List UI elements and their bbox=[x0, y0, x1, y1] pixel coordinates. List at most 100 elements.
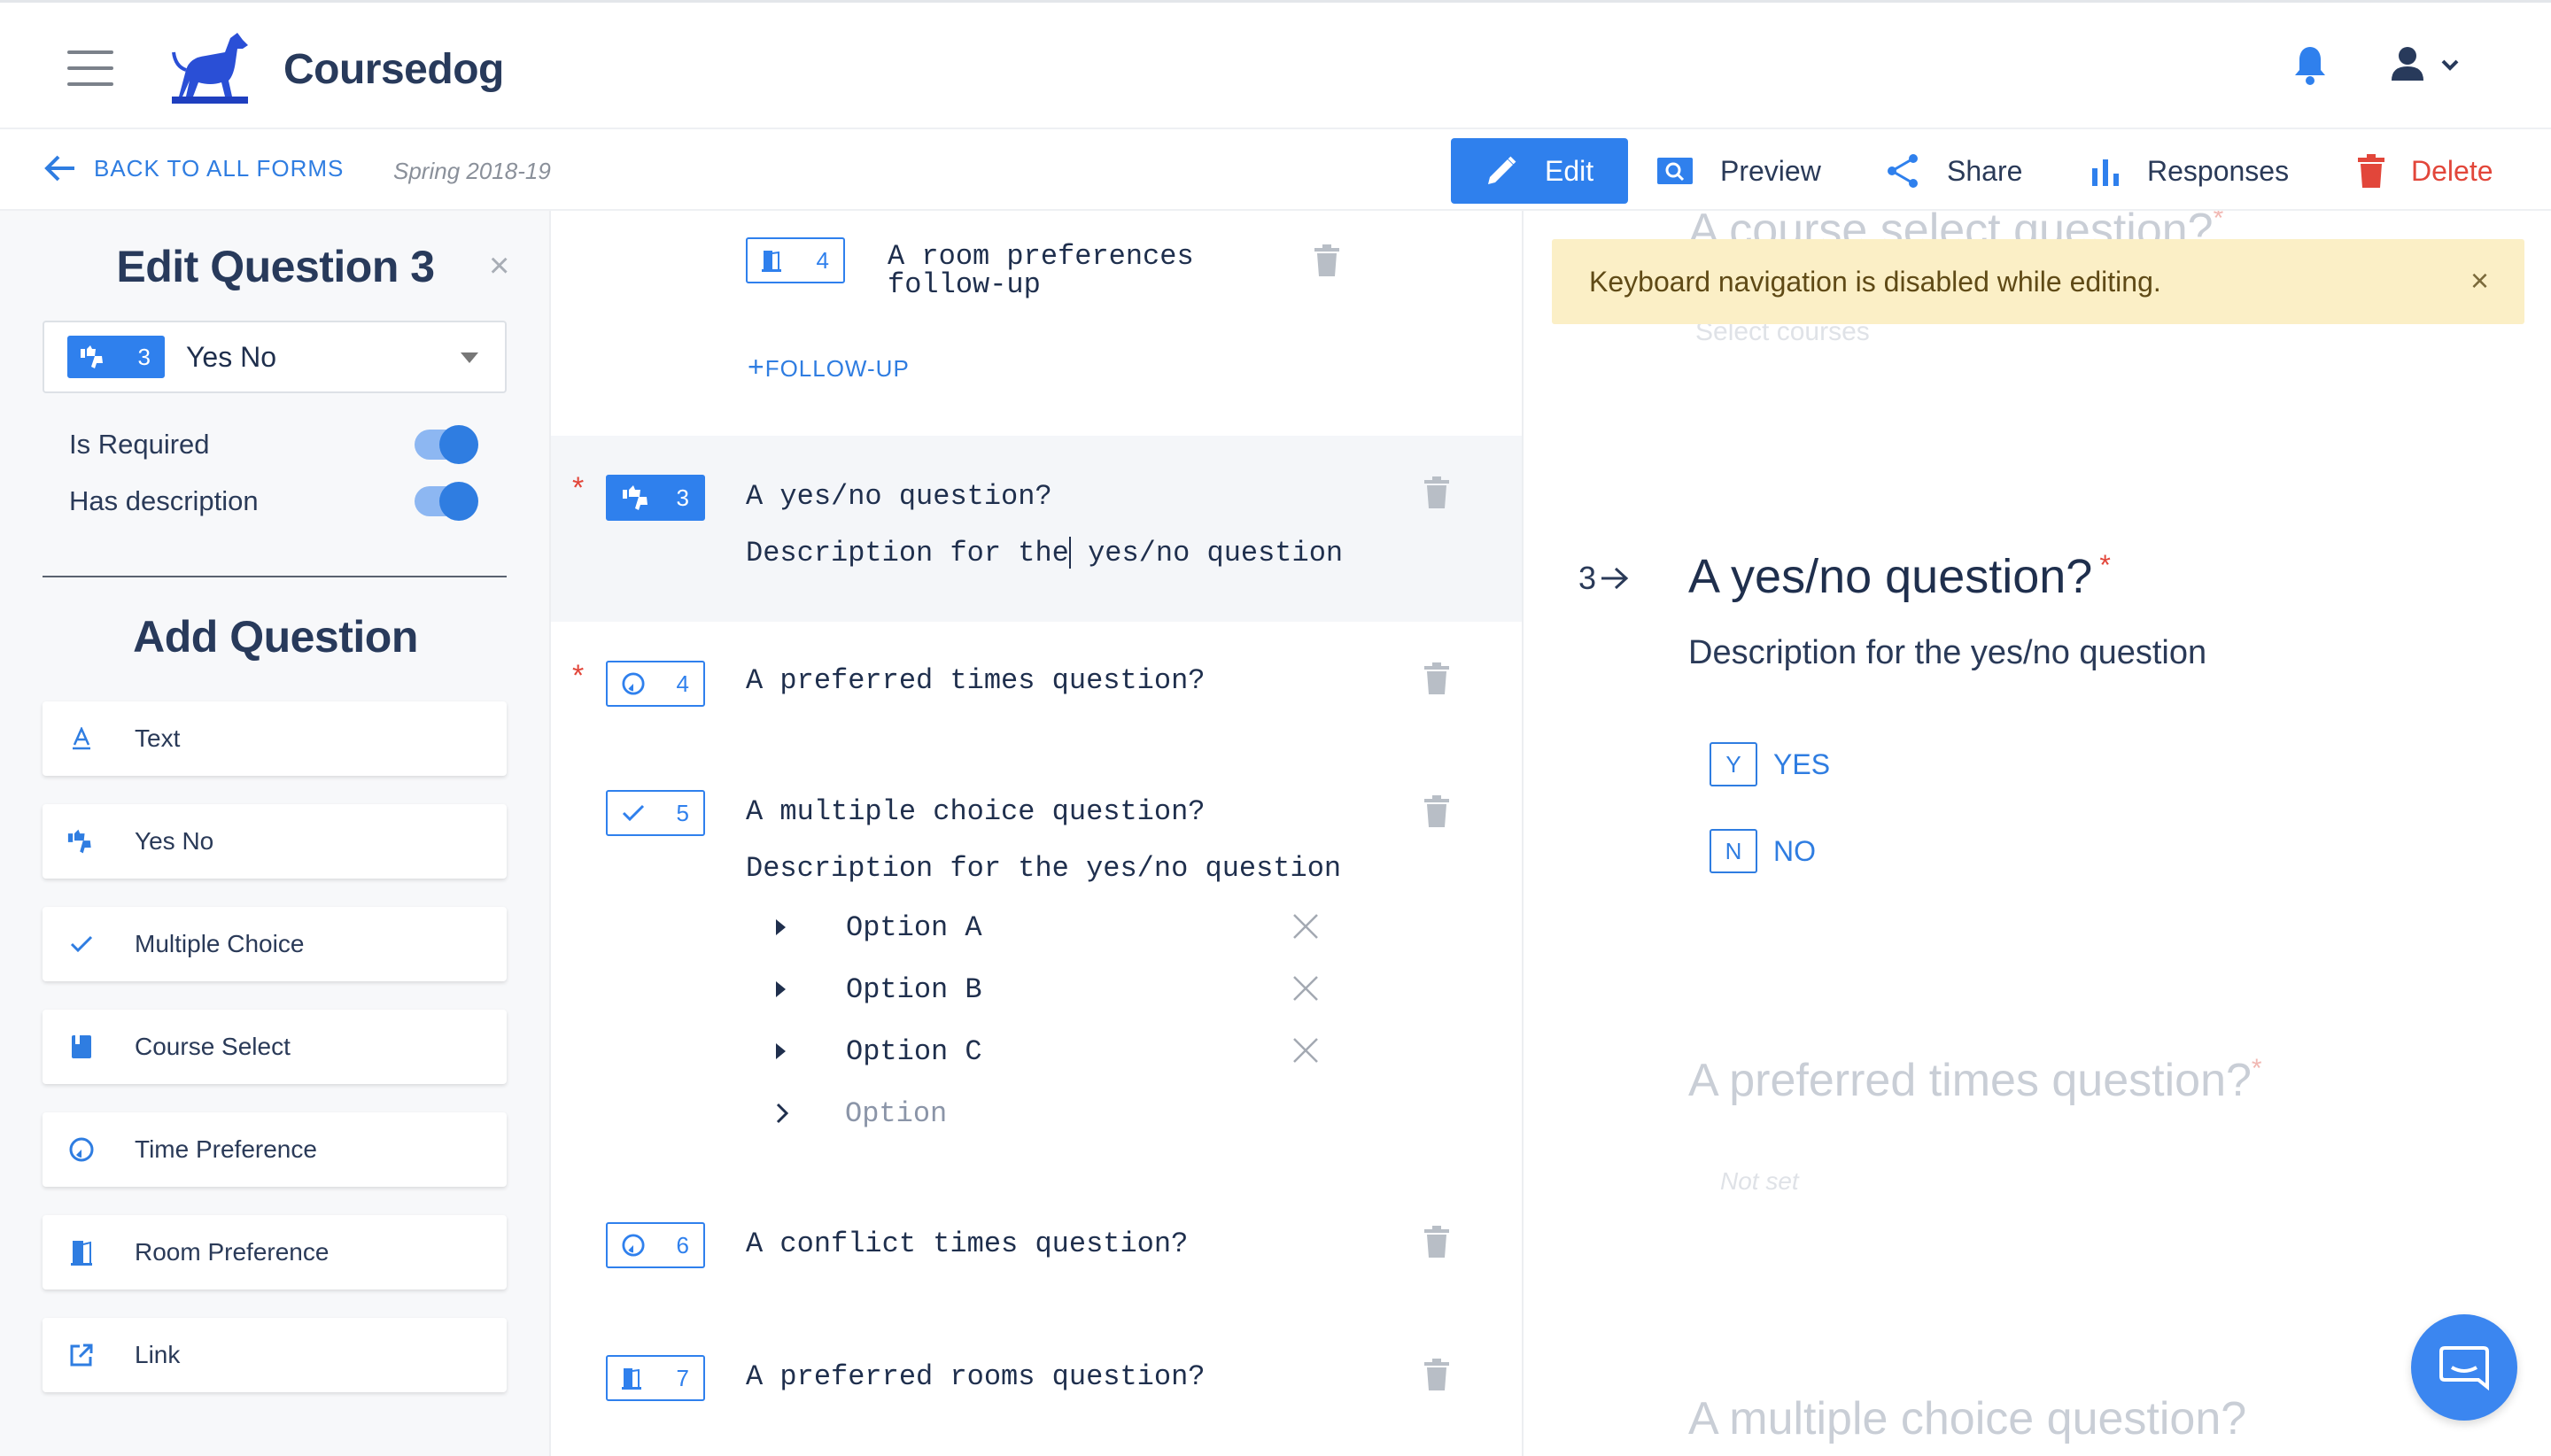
share-label: Share bbox=[1947, 154, 2023, 187]
add-course-select-question-button[interactable]: Course Select bbox=[43, 1010, 507, 1084]
brand-name: Coursedog bbox=[283, 46, 504, 93]
chat-icon bbox=[2439, 1346, 2489, 1390]
ghost-time-value: Not set bbox=[1720, 1167, 1799, 1195]
yes-choice[interactable]: Y YES bbox=[1710, 742, 1830, 786]
question-description[interactable]: Description for the yes/no question bbox=[746, 537, 1343, 569]
choice-key: N bbox=[1710, 829, 1757, 873]
question-title[interactable]: A yes/no question? bbox=[746, 480, 1052, 513]
question-title[interactable]: A preferred rooms question? bbox=[746, 1360, 1205, 1393]
remove-option-icon[interactable] bbox=[1291, 974, 1320, 1003]
remove-option-icon[interactable] bbox=[1291, 912, 1320, 941]
question-number: 5 bbox=[676, 799, 689, 826]
required-star: * bbox=[572, 471, 585, 505]
trash-icon[interactable] bbox=[1424, 1226, 1449, 1258]
form-preview: A course select question?* Select course… bbox=[1524, 211, 2551, 1456]
expand-arrow-icon[interactable] bbox=[776, 1043, 786, 1059]
has-description-toggle[interactable] bbox=[415, 482, 478, 521]
choice-option-row[interactable]: Option B bbox=[771, 967, 1320, 1011]
question-badge[interactable]: 6 bbox=[606, 1222, 705, 1268]
remove-option-icon[interactable] bbox=[1291, 1036, 1320, 1065]
trash-icon[interactable] bbox=[1424, 1359, 1449, 1390]
close-toast-icon[interactable]: × bbox=[2470, 262, 2489, 299]
hamburger-menu-icon[interactable] bbox=[67, 50, 113, 86]
followup-question-text[interactable]: A room preferences follow-up bbox=[888, 243, 1194, 299]
new-option-row[interactable]: Option bbox=[771, 1091, 1320, 1135]
required-star: * bbox=[2099, 549, 2111, 581]
add-link-question-button[interactable]: Link bbox=[43, 1318, 507, 1392]
choice-key: Y bbox=[1710, 742, 1757, 786]
term-label: Spring 2018-19 bbox=[393, 158, 551, 184]
add-yes-no-question-button[interactable]: Yes No bbox=[43, 804, 507, 879]
trash-icon[interactable] bbox=[1424, 662, 1449, 694]
question-badge[interactable]: 5 bbox=[606, 790, 705, 836]
coursedog-logo-icon[interactable] bbox=[167, 26, 253, 105]
required-star: * bbox=[2251, 1054, 2262, 1083]
edit-button[interactable]: Edit bbox=[1451, 138, 1628, 204]
choice-label: NO bbox=[1773, 834, 1816, 867]
expand-arrow-icon[interactable] bbox=[776, 919, 786, 935]
followup-line-1: A room preferences bbox=[888, 240, 1194, 273]
trash-icon[interactable] bbox=[1424, 795, 1449, 827]
choice-option-row[interactable]: Option C bbox=[771, 1029, 1320, 1073]
add-item-label: Course Select bbox=[135, 1033, 291, 1060]
keyboard-disabled-toast: Keyboard navigation is disabled while ed… bbox=[1552, 239, 2524, 324]
notification-bell-icon[interactable] bbox=[2292, 43, 2328, 86]
user-menu[interactable] bbox=[2392, 45, 2462, 84]
preview-question-description: Description for the yes/no question bbox=[1688, 634, 2207, 671]
question-badge[interactable]: 3 bbox=[606, 475, 705, 521]
option-label[interactable]: Option A bbox=[846, 911, 982, 944]
trash-icon[interactable] bbox=[1314, 244, 1339, 276]
question-type-select[interactable]: 3 Yes No bbox=[43, 321, 507, 393]
type-number: 3 bbox=[137, 343, 151, 370]
question-number: 4 bbox=[816, 246, 829, 274]
add-followup-button[interactable]: +FOLLOW-UP bbox=[748, 351, 910, 383]
trash-icon[interactable] bbox=[1424, 476, 1449, 508]
question-title[interactable]: A preferred times question? bbox=[746, 664, 1205, 697]
option-label[interactable]: Option C bbox=[846, 1035, 982, 1068]
text-icon bbox=[67, 727, 96, 750]
expand-arrow-icon[interactable] bbox=[776, 981, 786, 997]
choice-option-row[interactable]: Option A bbox=[771, 905, 1320, 949]
delete-label: Delete bbox=[2411, 154, 2493, 187]
preview-button[interactable]: Preview bbox=[1656, 138, 1821, 204]
followup-question-badge[interactable]: 4 bbox=[746, 237, 845, 283]
option-label[interactable]: Option B bbox=[846, 973, 982, 1006]
choice-label: YES bbox=[1773, 747, 1831, 780]
question-number: 7 bbox=[676, 1364, 689, 1391]
add-item-label: Room Preference bbox=[135, 1238, 330, 1266]
top-bar: Coursedog bbox=[0, 0, 2551, 129]
question-title[interactable]: A conflict times question? bbox=[746, 1228, 1188, 1260]
no-choice[interactable]: N NO bbox=[1710, 829, 1816, 873]
share-icon bbox=[1888, 154, 1918, 188]
responses-button[interactable]: Responses bbox=[2090, 138, 2289, 204]
edit-question-title: Edit Question 3 bbox=[116, 242, 435, 291]
add-multiple-choice-question-button[interactable]: Multiple Choice bbox=[43, 907, 507, 981]
chat-launcher-button[interactable] bbox=[2411, 1314, 2517, 1421]
add-room-preference-question-button[interactable]: Room Preference bbox=[43, 1215, 507, 1289]
question-title[interactable]: A multiple choice question? bbox=[746, 795, 1205, 828]
external-link-icon bbox=[67, 1343, 96, 1367]
add-time-preference-question-button[interactable]: Time Preference bbox=[43, 1112, 507, 1187]
question-description[interactable]: Description for the yes/no question bbox=[746, 852, 1341, 885]
close-editor-icon[interactable]: × bbox=[489, 246, 509, 286]
selected-question-row[interactable]: * 3 A yes/no question? Description for t… bbox=[551, 436, 1522, 622]
description-part-a: Description for the bbox=[746, 537, 1069, 569]
add-text-question-button[interactable]: Text bbox=[43, 701, 507, 776]
sidebar-divider bbox=[43, 576, 507, 577]
user-avatar-icon bbox=[2392, 47, 2459, 81]
back-to-forms-link[interactable]: BACK TO ALL FORMS bbox=[44, 154, 344, 182]
share-button[interactable]: Share bbox=[1885, 138, 2022, 204]
is-required-toggle[interactable] bbox=[415, 425, 478, 464]
responses-label: Responses bbox=[2147, 154, 2290, 187]
question-badge[interactable]: 7 bbox=[606, 1355, 705, 1401]
door-icon bbox=[762, 251, 781, 272]
type-badge: 3 bbox=[67, 336, 165, 378]
new-option-input[interactable]: Option bbox=[845, 1097, 947, 1130]
question-list: 4 A room preferences follow-up +FOLLOW-U… bbox=[551, 211, 1524, 1456]
thumbs-icon bbox=[623, 485, 647, 510]
search-preview-icon bbox=[1657, 158, 1693, 184]
question-badge[interactable]: 4 bbox=[606, 661, 705, 707]
add-item-label: Link bbox=[135, 1341, 181, 1368]
door-icon bbox=[67, 1239, 96, 1266]
delete-form-button[interactable]: Delete bbox=[2358, 138, 2493, 204]
